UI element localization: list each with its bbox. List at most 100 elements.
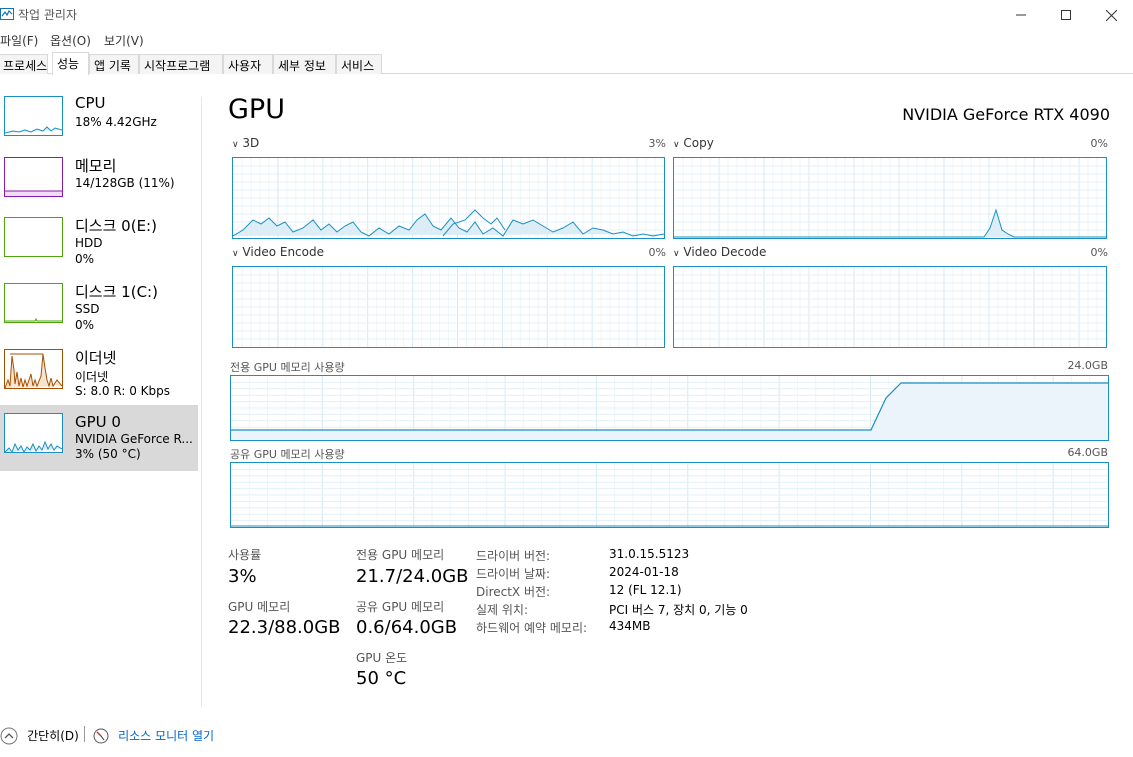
shared-memory-max: 64.0GB bbox=[1067, 446, 1108, 459]
gpu-temperature-value: 50 °C bbox=[356, 668, 407, 689]
menu-view[interactable]: 보기(V) bbox=[104, 32, 144, 49]
sidebar-item-disk-1[interactable]: 디스크 1(C:) SSD 0% bbox=[0, 279, 198, 345]
tab-details[interactable]: 세부 정보 bbox=[273, 54, 336, 74]
tab-services[interactable]: 서비스 bbox=[336, 54, 382, 74]
sidebar-cpu-usage: 18% 4.42GHz bbox=[75, 115, 157, 129]
usage-value: 3% bbox=[228, 566, 257, 587]
dedicated-gpu-memory-value: 21.7/24.0GB bbox=[356, 566, 469, 587]
hardware-reserved-memory-value: 434MB bbox=[609, 619, 651, 633]
shared-memory-label: 공유 GPU 메모리 사용량 bbox=[230, 448, 345, 461]
fewer-details-button[interactable]: 간단히(D) bbox=[0, 725, 79, 745]
sidebar-item-disk-0[interactable]: 디스크 0(E:) HDD 0% bbox=[0, 213, 198, 279]
shared-memory-graph bbox=[230, 462, 1109, 528]
engine-video-decode-graph bbox=[673, 266, 1107, 348]
minimize-button[interactable] bbox=[998, 0, 1044, 30]
sidebar-gpu-title: GPU 0 bbox=[75, 413, 121, 431]
tab-performance[interactable]: 성능 bbox=[52, 52, 89, 75]
sidebar-item-ethernet[interactable]: 이더넷 이더넷 S: 8.0 R: 0 Kbps bbox=[0, 345, 198, 411]
sidebar-disk0-type: HDD bbox=[75, 236, 103, 250]
directx-version-value: 12 (FL 12.1) bbox=[609, 583, 682, 597]
chevron-up-circle-icon bbox=[0, 727, 18, 744]
resource-monitor-icon bbox=[93, 728, 109, 743]
sidebar-disk1-usage: 0% bbox=[75, 318, 95, 332]
sidebar-cpu-title: CPU bbox=[75, 94, 106, 112]
window-title: 작업 관리자 bbox=[18, 8, 78, 22]
sidebar-memory-title: 메모리 bbox=[75, 157, 117, 175]
memory-thumbnail-graph bbox=[4, 157, 63, 197]
open-resource-monitor-label: 리소스 모니터 열기 bbox=[118, 729, 215, 743]
driver-version-label: 드라이버 버전: bbox=[476, 549, 551, 563]
gpu-thumbnail-graph bbox=[4, 413, 63, 454]
physical-location-value: PCI 버스 7, 장치 0, 기능 0 bbox=[609, 603, 748, 617]
engine-video-decode-selector[interactable]: ∨ Video Decode bbox=[673, 245, 766, 259]
ethernet-thumbnail-graph bbox=[4, 349, 63, 389]
driver-version-value: 31.0.15.5123 bbox=[609, 547, 690, 561]
engine-3d-graph bbox=[232, 157, 665, 239]
chevron-down-icon: ∨ bbox=[232, 140, 239, 150]
disk1-thumbnail-graph bbox=[4, 283, 63, 323]
graph-grid bbox=[674, 267, 1106, 347]
close-icon bbox=[1105, 9, 1117, 21]
tab-users[interactable]: 사용자 bbox=[223, 54, 273, 74]
disk0-thumbnail-graph bbox=[4, 217, 63, 257]
maximize-button[interactable] bbox=[1043, 0, 1089, 30]
chevron-down-icon: ∨ bbox=[673, 249, 680, 259]
chevron-down-icon: ∨ bbox=[232, 249, 239, 259]
title-bar: 작업 관리자 bbox=[0, 0, 1133, 30]
engine-3d-label: 3D bbox=[242, 136, 260, 150]
chevron-down-icon: ∨ bbox=[673, 140, 680, 150]
footer-divider bbox=[84, 726, 85, 742]
gpu-memory-label: GPU 메모리 bbox=[228, 600, 291, 614]
engine-video-encode-selector[interactable]: ∨ Video Encode bbox=[232, 245, 324, 259]
hardware-reserved-memory-label: 하드웨어 예약 메모리: bbox=[476, 621, 588, 635]
dedicated-memory-max: 24.0GB bbox=[1067, 359, 1108, 372]
shared-gpu-memory-label: 공유 GPU 메모리 bbox=[356, 600, 445, 614]
open-resource-monitor-link[interactable]: 리소스 모니터 열기 bbox=[93, 725, 214, 744]
graph-grid bbox=[233, 267, 664, 347]
menu-file[interactable]: 파일(F) bbox=[0, 32, 38, 49]
engine-copy-graph bbox=[673, 157, 1107, 239]
sidebar-ethernet-type: 이더넷 bbox=[75, 370, 109, 384]
engine-copy-label: Copy bbox=[683, 136, 714, 150]
sidebar-disk1-title: 디스크 1(C:) bbox=[75, 283, 158, 301]
engine-video-encode-graph bbox=[232, 266, 665, 348]
gpu-memory-value: 22.3/88.0GB bbox=[228, 617, 341, 638]
directx-version-label: DirectX 버전: bbox=[476, 585, 551, 599]
menu-options[interactable]: 옵션(O) bbox=[50, 32, 91, 49]
menu-bar: 파일(F) 옵션(O) 보기(V) bbox=[0, 30, 1133, 50]
engine-video-decode-percent: 0% bbox=[1090, 246, 1108, 259]
sidebar-divider bbox=[201, 97, 202, 707]
close-button[interactable] bbox=[1088, 0, 1133, 30]
engine-3d-selector[interactable]: ∨ 3D bbox=[232, 136, 259, 150]
graph-grid bbox=[674, 158, 1106, 238]
tab-processes[interactable]: 프로세스 bbox=[0, 54, 48, 74]
sidebar-ethernet-rate: S: 8.0 R: 0 Kbps bbox=[75, 384, 171, 398]
shared-gpu-memory-value: 0.6/64.0GB bbox=[356, 617, 458, 638]
fewer-details-label: 간단히(D) bbox=[27, 729, 79, 743]
page-title: GPU bbox=[228, 94, 285, 125]
engine-copy-selector[interactable]: ∨ Copy bbox=[673, 136, 714, 150]
driver-date-label: 드라이버 날짜: bbox=[476, 567, 551, 581]
sidebar-disk0-usage: 0% bbox=[75, 252, 95, 266]
tab-bar: 프로세스 성능 앱 기록 시작프로그램 사용자 세부 정보 서비스 bbox=[0, 52, 1133, 75]
driver-date-value: 2024-01-18 bbox=[609, 565, 679, 579]
usage-label: 사용률 bbox=[228, 548, 262, 562]
physical-location-label: 실제 위치: bbox=[476, 603, 529, 617]
graph-grid bbox=[231, 463, 1108, 527]
tab-startup[interactable]: 시작프로그램 bbox=[139, 54, 223, 74]
sidebar-item-memory[interactable]: 메모리 14/128GB (11%) bbox=[0, 153, 198, 219]
dedicated-gpu-memory-label: 전용 GPU 메모리 bbox=[356, 548, 445, 562]
sidebar-gpu-usage: 3% (50 °C) bbox=[75, 447, 141, 461]
sidebar-item-cpu[interactable]: CPU 18% 4.42GHz bbox=[0, 92, 198, 158]
sidebar-disk0-title: 디스크 0(E:) bbox=[75, 217, 157, 235]
sidebar-disk1-type: SSD bbox=[75, 302, 100, 316]
dedicated-memory-graph bbox=[230, 375, 1109, 441]
footer-bar: 간단히(D) 리소스 모니터 열기 bbox=[0, 722, 600, 746]
engine-video-decode-label: Video Decode bbox=[683, 245, 767, 259]
task-manager-icon bbox=[0, 6, 14, 20]
sidebar-item-gpu-0[interactable]: GPU 0 NVIDIA GeForce R... 3% (50 °C) bbox=[0, 405, 198, 471]
cpu-thumbnail-graph bbox=[4, 96, 63, 136]
engine-3d-percent: 3% bbox=[648, 137, 666, 150]
tab-app-history[interactable]: 앱 기록 bbox=[89, 54, 139, 74]
dedicated-memory-label: 전용 GPU 메모리 사용량 bbox=[230, 361, 345, 374]
